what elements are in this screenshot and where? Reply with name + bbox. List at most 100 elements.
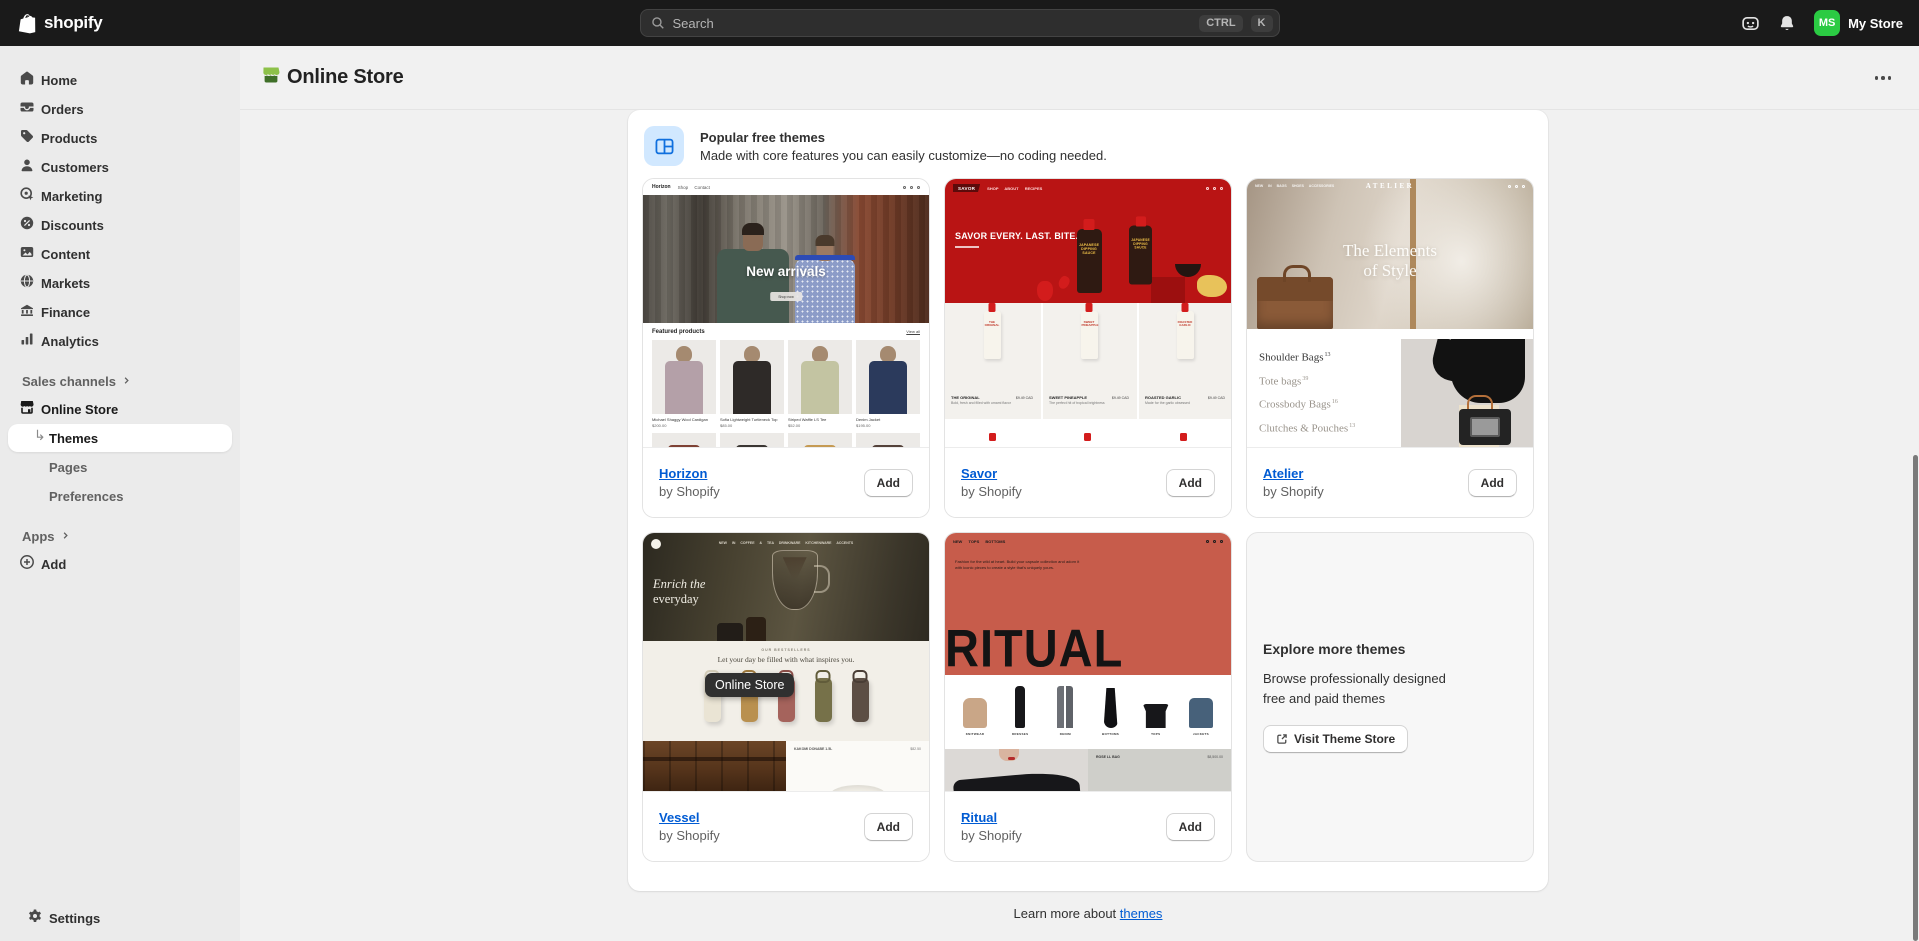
explore-more-themes-card: Explore more themes Browse professionall… — [1246, 532, 1534, 862]
sidebar-item-orders[interactable]: Orders — [8, 95, 232, 123]
theme-card-atelier: NEW IN BAGS SHOES ACCESSORIES ATELIER Th… — [1246, 178, 1534, 518]
vessel-preview[interactable]: NEW IN COFFEE & TEA DRINKWARE KITCHENWAR… — [643, 533, 929, 791]
savor-product-row: THE ORIGINAL THE ORIGINAL$9.49 CAD Bold,… — [945, 303, 1231, 419]
theme-card-ritual: NEW TOPS BOTTOMS Fashion for the wild at… — [944, 532, 1232, 862]
mug-shape — [746, 617, 766, 641]
horizon-featured-products: Featured products View all Michael Shagg… — [643, 323, 929, 447]
product-row-partial — [652, 433, 920, 447]
sidebar-item-marketing[interactable]: Marketing — [8, 182, 232, 210]
explore-text-line1: Browse professionally designed — [1263, 669, 1517, 689]
hero-figure-collar — [795, 255, 855, 260]
tumbler-shape — [852, 678, 869, 722]
product-tile: Sofia Lightweight Turtleneck Top $85.00 — [720, 340, 784, 428]
ritual-category-band: KNITWEAR DRESSES DENIM BOTTOMS TOPS JACK… — [945, 675, 1231, 749]
pepper-shape — [1057, 274, 1072, 290]
settings-label: Settings — [49, 911, 100, 926]
horizon-nav-links: Shop Contact — [678, 185, 710, 190]
sidebar-item-home[interactable]: Home — [8, 66, 232, 94]
theme-name-link[interactable]: Horizon — [659, 466, 720, 481]
add-theme-button[interactable]: Add — [864, 469, 913, 497]
add-theme-button[interactable]: Add — [1468, 469, 1517, 497]
finance-bank-icon — [19, 302, 35, 323]
horizon-hero-title: New arrivals — [643, 264, 929, 279]
ritual-nav-icons — [1206, 540, 1223, 543]
ritual-intro-text: Fashion for the wild at heart. Build you… — [955, 559, 1081, 571]
sidebar-item-online-store[interactable]: Online Store — [8, 395, 232, 423]
bag-shape — [1459, 409, 1511, 445]
sidebar-item-content[interactable]: Content — [8, 240, 232, 268]
more-actions-button[interactable] — [1869, 70, 1898, 86]
online-store-label: Online Store — [41, 402, 118, 417]
model-photo — [945, 749, 1088, 791]
ritual-product-panel: ROSE LL BAG $8,500.00 — [1088, 749, 1231, 791]
global-search-input[interactable]: Search CTRL K — [640, 9, 1280, 37]
ritual-hero: NEW TOPS BOTTOMS Fashion for the wild at… — [945, 533, 1231, 675]
plate-shape — [830, 785, 886, 791]
category-tile: JACKETS — [1181, 682, 1221, 749]
bestsellers-tagline: Let your day be filled with what inspire… — [643, 655, 929, 664]
bowl-shape — [1175, 264, 1201, 277]
content-image-icon — [19, 244, 35, 265]
sidebar-item-add-app[interactable]: Add — [8, 550, 232, 578]
add-theme-button[interactable]: Add — [1166, 469, 1215, 497]
sauce-bottle: JAPANESE DIPPING SAUCE — [1129, 226, 1152, 285]
themes-help-link[interactable]: themes — [1120, 906, 1163, 921]
sidebar-item-products[interactable]: Products — [8, 124, 232, 152]
horizon-brand: Horizon — [652, 184, 671, 190]
visit-theme-store-button[interactable]: Visit Theme Store — [1263, 725, 1408, 753]
vessel-hero-title: Enrich the everyday — [653, 577, 705, 607]
atelier-product-image — [1401, 339, 1533, 447]
notifications-bell-icon[interactable] — [1778, 14, 1796, 32]
elbow-arrow-icon: ↳ — [34, 427, 46, 444]
sidebar-item-themes[interactable]: ↳ Themes — [8, 424, 232, 452]
sidekick-icon[interactable] — [1741, 14, 1760, 33]
products-tag-icon — [19, 128, 35, 149]
apps-header[interactable]: Apps — [0, 522, 240, 550]
vessel-hero: NEW IN COFFEE & TEA DRINKWARE KITCHENWAR… — [643, 533, 929, 641]
category-item: Crossbody Bags16 — [1259, 392, 1401, 416]
atelier-preview[interactable]: NEW IN BAGS SHOES ACCESSORIES ATELIER Th… — [1247, 179, 1533, 447]
atelier-brand: ATELIER — [1366, 182, 1415, 190]
sales-channels-header[interactable]: Sales channels — [0, 367, 240, 395]
category-tile: KNITWEAR — [955, 682, 995, 749]
category-tile: TOPS — [1136, 682, 1176, 749]
sidebar-item-finance[interactable]: Finance — [8, 298, 232, 326]
product-tile: Denim Jacket $195.00 — [856, 340, 920, 428]
shopify-logo[interactable]: shopify — [16, 12, 102, 34]
savor-preview[interactable]: SAVOR SHOP ABOUT RECIPES SAVOR EVERY. LA… — [945, 179, 1231, 447]
sidebar-item-discounts[interactable]: Discounts — [8, 211, 232, 239]
footer-text: Learn more about — [1014, 906, 1117, 921]
add-theme-button[interactable]: Add — [864, 813, 913, 841]
theme-name-link[interactable]: Atelier — [1263, 466, 1324, 481]
home-icon — [19, 70, 35, 91]
sidebar-item-pages[interactable]: Pages — [8, 453, 232, 481]
store-menu[interactable]: MS My Store — [1814, 10, 1903, 36]
theme-name-link[interactable]: Savor — [961, 466, 1022, 481]
ritual-preview[interactable]: NEW TOPS BOTTOMS Fashion for the wild at… — [945, 533, 1231, 791]
sidebar-item-markets[interactable]: Markets — [8, 269, 232, 297]
chevron-right-icon — [121, 374, 132, 389]
add-theme-button[interactable]: Add — [1166, 813, 1215, 841]
atelier-preview-nav: NEW IN BAGS SHOES ACCESSORIES ATELIER — [1255, 184, 1525, 188]
online-store-tooltip: Online Store — [705, 673, 794, 697]
page-title: Online Store — [287, 66, 404, 89]
sidebar: Home Orders Products Customers Marketing… — [0, 46, 240, 941]
sidebar-item-customers[interactable]: Customers — [8, 153, 232, 181]
horizon-preview[interactable]: Horizon Shop Contact New arrivals Shop n… — [643, 179, 929, 447]
sidebar-item-label: Markets — [41, 276, 90, 291]
theme-name-link[interactable]: Vessel — [659, 810, 720, 825]
pages-label: Pages — [49, 460, 87, 475]
sidebar-item-settings[interactable]: Settings — [16, 904, 224, 932]
explore-title: Explore more themes — [1263, 641, 1517, 657]
theme-card-horizon: Horizon Shop Contact New arrivals Shop n… — [642, 178, 930, 518]
shopify-bag-icon — [16, 12, 38, 34]
vessel-nav-links: NEW IN COFFEE & TEA DRINKWARE KITCHENWAR… — [643, 541, 929, 545]
sidebar-item-analytics[interactable]: Analytics — [8, 327, 232, 355]
sidebar-item-preferences[interactable]: Preferences — [8, 482, 232, 510]
shopify-wordmark: shopify — [44, 13, 102, 33]
theme-card-vessel: NEW IN COFFEE & TEA DRINKWARE KITCHENWAR… — [642, 532, 930, 862]
theme-name-link[interactable]: Ritual — [961, 810, 1022, 825]
theme-card-footer: Horizon by Shopify Add — [643, 447, 929, 517]
sidebar-item-label: Marketing — [41, 189, 102, 204]
vertical-scrollbar[interactable] — [1913, 455, 1918, 941]
